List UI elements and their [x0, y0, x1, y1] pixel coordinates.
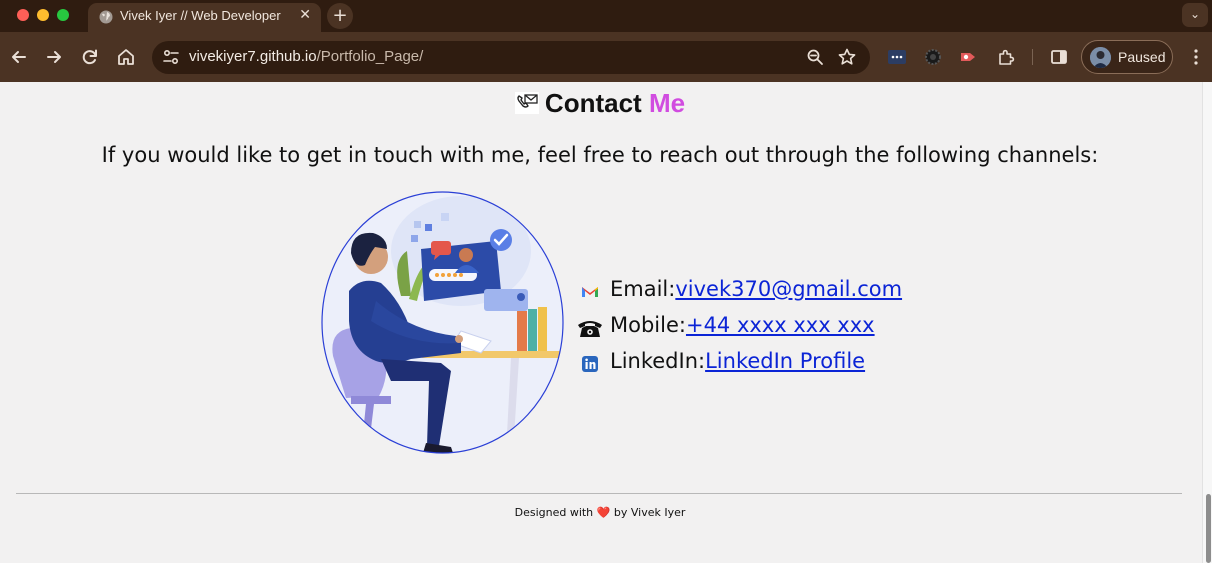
extension-record-icon[interactable]	[958, 47, 978, 67]
tab-strip: Vivek Iyer // Web Developer ✕ + ⌄	[0, 0, 1212, 32]
tab-search-button[interactable]: ⌄	[1182, 3, 1208, 27]
contact-mobile-text: Mobile:+44 xxxx xxx xxx	[610, 313, 875, 337]
zoom-icon[interactable]	[806, 48, 824, 66]
footer-prefix: Designed with	[514, 506, 594, 519]
menu-icon[interactable]	[1189, 48, 1203, 66]
avatar-icon	[1090, 47, 1111, 68]
telephone-icon	[578, 321, 602, 337]
new-tab-button[interactable]: +	[327, 3, 353, 29]
scrollbar-thumb[interactable]	[1206, 494, 1211, 563]
site-settings-icon[interactable]	[162, 48, 180, 66]
contact-mail-phone-icon	[514, 92, 539, 114]
profile-status-label: Paused	[1118, 49, 1166, 65]
mobile-label: Mobile:	[610, 313, 686, 337]
vertical-scrollbar[interactable]	[1202, 82, 1212, 563]
forward-icon[interactable]	[44, 47, 64, 67]
home-icon[interactable]	[116, 47, 136, 67]
browser-tab[interactable]: Vivek Iyer // Web Developer ✕	[88, 3, 321, 32]
extensions-icon[interactable]	[996, 47, 1016, 67]
footer-credit: Designed with ❤️ by Vivek Iyer	[0, 506, 1200, 519]
url-text: vivekiyer7.github.io/Portfolio_Page/	[189, 48, 423, 65]
globe-icon	[99, 10, 113, 24]
back-icon[interactable]	[9, 47, 29, 67]
profile-button[interactable]: Paused	[1081, 40, 1173, 74]
heading-word-me: Me	[648, 88, 686, 118]
url-host: vivekiyer7.github.io	[189, 48, 317, 65]
browser-toolbar: vivekiyer7.github.io/Portfolio_Page/ Pau…	[0, 32, 1212, 82]
extension-gear-icon[interactable]	[923, 47, 943, 67]
minimize-window-button[interactable]	[37, 9, 49, 21]
email-link[interactable]: vivek370@gmail.com	[675, 277, 902, 301]
gmail-icon	[576, 280, 604, 304]
contact-intro-text: If you would like to get in touch with m…	[101, 143, 1099, 167]
toolbar-separator	[1032, 49, 1033, 65]
linkedin-icon	[582, 356, 598, 372]
reload-icon[interactable]	[80, 47, 100, 67]
maximize-window-button[interactable]	[57, 9, 69, 21]
linkedin-link[interactable]: LinkedIn Profile	[705, 349, 865, 373]
contact-heading: Contact Me	[0, 88, 1200, 119]
extension-dots-icon[interactable]	[887, 47, 907, 67]
footer-divider	[16, 493, 1182, 494]
bookmark-star-icon[interactable]	[837, 47, 857, 67]
person-at-desk-illustration	[321, 191, 564, 454]
heading-word-contact: Contact	[544, 88, 642, 118]
side-panel-icon[interactable]	[1049, 47, 1069, 67]
footer-suffix: by Vivek Iyer	[613, 506, 686, 519]
contact-email-text: Email:vivek370@gmail.com	[610, 277, 902, 301]
mobile-link[interactable]: +44 xxxx xxx xxx	[686, 313, 875, 337]
address-bar[interactable]: vivekiyer7.github.io/Portfolio_Page/	[152, 41, 870, 74]
tab-title: Vivek Iyer // Web Developer	[120, 8, 281, 23]
avatar	[1090, 47, 1111, 68]
close-window-button[interactable]	[17, 9, 29, 21]
url-path: /Portfolio_Page/	[316, 48, 424, 65]
contact-linkedin-text: LinkedIn:LinkedIn Profile	[610, 349, 865, 373]
tab-close-icon[interactable]: ✕	[299, 7, 311, 23]
page-viewport: Contact Me If you would like to get in t…	[0, 82, 1202, 563]
linkedin-label: LinkedIn:	[610, 349, 706, 373]
email-label: Email:	[610, 277, 676, 301]
heart-icon: ❤️	[596, 506, 611, 519]
